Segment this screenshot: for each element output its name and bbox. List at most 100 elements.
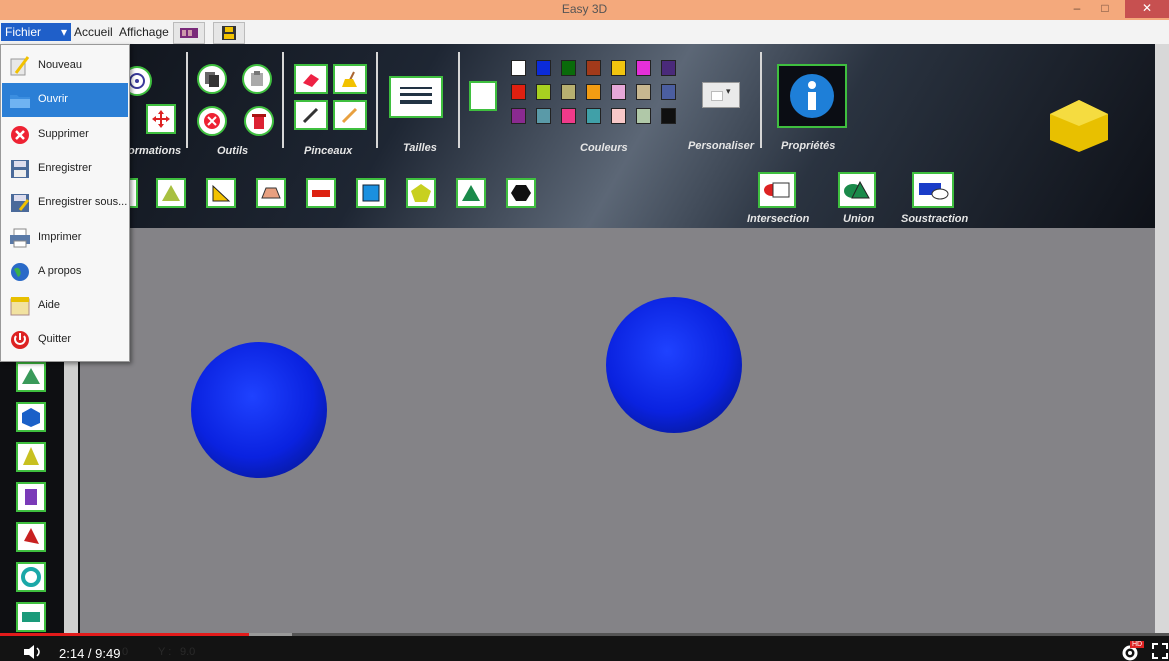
color-swatch[interactable] — [536, 60, 551, 76]
pencil-tool[interactable] — [294, 100, 328, 130]
color-swatch[interactable] — [561, 108, 576, 124]
color-swatch[interactable] — [611, 108, 626, 124]
separator — [282, 52, 284, 148]
properties-button[interactable] — [777, 64, 847, 128]
separator — [376, 52, 378, 148]
cone-3d-button[interactable] — [16, 442, 46, 472]
pyramid-3d-button[interactable] — [16, 362, 46, 392]
cube-icon — [22, 408, 40, 427]
color-swatch[interactable] — [586, 84, 601, 100]
color-swatch[interactable] — [511, 108, 526, 124]
menu-file[interactable]: Fichier ▾ — [1, 23, 71, 41]
color-swatch[interactable] — [561, 84, 576, 100]
save-as-icon — [8, 192, 32, 214]
volume-icon[interactable] — [22, 643, 44, 661]
right-triangle-icon — [212, 184, 231, 202]
color-swatch[interactable] — [636, 108, 651, 124]
eraser-tool[interactable] — [294, 64, 328, 94]
sizes-tool[interactable] — [389, 76, 443, 118]
cylinder-3d-button[interactable] — [16, 482, 46, 512]
tetrahedron-3d-button[interactable] — [16, 522, 46, 552]
broom-tool[interactable] — [333, 64, 367, 94]
shape-triangle-dark[interactable] — [456, 178, 486, 208]
copy-tool[interactable] — [197, 64, 227, 94]
drawing-canvas[interactable] — [80, 228, 1155, 633]
paste-tool[interactable] — [242, 64, 272, 94]
menu-view[interactable]: Affichage — [115, 23, 173, 41]
brush-tool[interactable] — [333, 100, 367, 130]
file-menu-item-label: Ouvrir — [38, 93, 68, 106]
color-swatch[interactable] — [586, 60, 601, 76]
shape-right-triangle[interactable] — [206, 178, 236, 208]
color-swatch[interactable] — [561, 60, 576, 76]
color-swatch[interactable] — [611, 60, 626, 76]
close-button[interactable]: ✕ — [1125, 0, 1169, 18]
color-swatch[interactable] — [611, 84, 626, 100]
file-menu-item-a-propos[interactable]: A propos — [2, 255, 128, 289]
selected-color[interactable] — [469, 81, 497, 111]
torus-3d-button[interactable] — [16, 562, 46, 592]
minimize-button[interactable]: – — [1065, 0, 1089, 18]
color-swatch[interactable] — [586, 108, 601, 124]
cube-3d-button[interactable] — [16, 402, 46, 432]
line-width-icon — [400, 87, 432, 104]
group-label-properties: Propriétés — [781, 140, 836, 152]
color-swatch[interactable] — [536, 84, 551, 100]
color-swatch[interactable] — [536, 108, 551, 124]
shape-triangle-light[interactable] — [156, 178, 186, 208]
file-menu-item-enregistrer-sous[interactable]: Enregistrer sous... — [2, 186, 128, 220]
title-bar: Easy 3D – □ ✕ — [0, 0, 1169, 20]
color-swatch[interactable] — [661, 108, 676, 124]
file-menu-item-nouveau[interactable]: Nouveau — [2, 49, 128, 83]
color-swatch[interactable] — [661, 60, 676, 76]
color-swatch[interactable] — [511, 84, 526, 100]
file-menu-item-supprimer[interactable]: Supprimer — [2, 118, 128, 152]
info-icon — [790, 74, 834, 118]
intersection-icon — [764, 182, 790, 198]
file-menu-item-enregistrer[interactable]: Enregistrer — [2, 152, 128, 186]
quick-render-button[interactable] — [173, 22, 205, 44]
color-swatch[interactable] — [661, 84, 676, 100]
color-swatch[interactable] — [636, 60, 651, 76]
right-scrollbar[interactable] — [1155, 44, 1169, 633]
sphere-object[interactable] — [191, 342, 327, 478]
subtraction-button[interactable] — [912, 172, 954, 208]
video-progress-bar[interactable] — [0, 633, 1169, 636]
save-icon — [8, 158, 32, 180]
sphere-object[interactable] — [606, 297, 742, 433]
file-menu-item-quitter[interactable]: Quitter — [2, 323, 128, 357]
intersection-button[interactable] — [758, 172, 796, 208]
separator — [186, 52, 188, 148]
quick-save-button[interactable] — [213, 22, 245, 44]
shape-rectangle[interactable] — [306, 178, 336, 208]
file-menu-dropdown: Nouveau Ouvrir Supprimer Enregistrer Enregis… — [0, 44, 130, 362]
fullscreen-icon[interactable] — [1152, 643, 1168, 659]
color-swatch[interactable] — [636, 84, 651, 100]
y-coordinate-value: 9.0 — [180, 646, 196, 658]
menu-home[interactable]: Accueil — [70, 23, 117, 41]
hexagon-icon — [511, 185, 531, 201]
file-menu-item-label: Nouveau — [38, 59, 83, 71]
shape-hexagon[interactable] — [506, 178, 536, 208]
delete-icon — [8, 124, 32, 146]
chevron-down-icon: ▾ — [60, 25, 67, 39]
file-menu-item-imprimer[interactable]: Imprimer — [2, 221, 128, 255]
selected-color-swatch — [473, 86, 493, 106]
union-button[interactable] — [838, 172, 876, 208]
custom-color-button[interactable]: ▾ — [702, 82, 740, 108]
pencil-icon — [302, 107, 319, 124]
shape-pentagon[interactable] — [406, 178, 436, 208]
shape-square[interactable] — [356, 178, 386, 208]
slab-3d-button[interactable] — [16, 602, 46, 632]
color-swatch[interactable] — [511, 60, 526, 76]
file-menu-item-aide[interactable]: Aide — [2, 289, 128, 323]
shape-trapezoid[interactable] — [256, 178, 286, 208]
delete-tool[interactable] — [197, 106, 227, 136]
file-menu-item-ouvrir[interactable]: Ouvrir — [2, 83, 128, 118]
trash-tool[interactable] — [244, 106, 274, 136]
maximize-button[interactable]: □ — [1093, 0, 1117, 18]
move-tool[interactable] — [146, 104, 176, 134]
paste-icon — [251, 71, 263, 86]
cylinder-icon — [25, 489, 37, 505]
floppy-disk-icon — [222, 26, 236, 40]
